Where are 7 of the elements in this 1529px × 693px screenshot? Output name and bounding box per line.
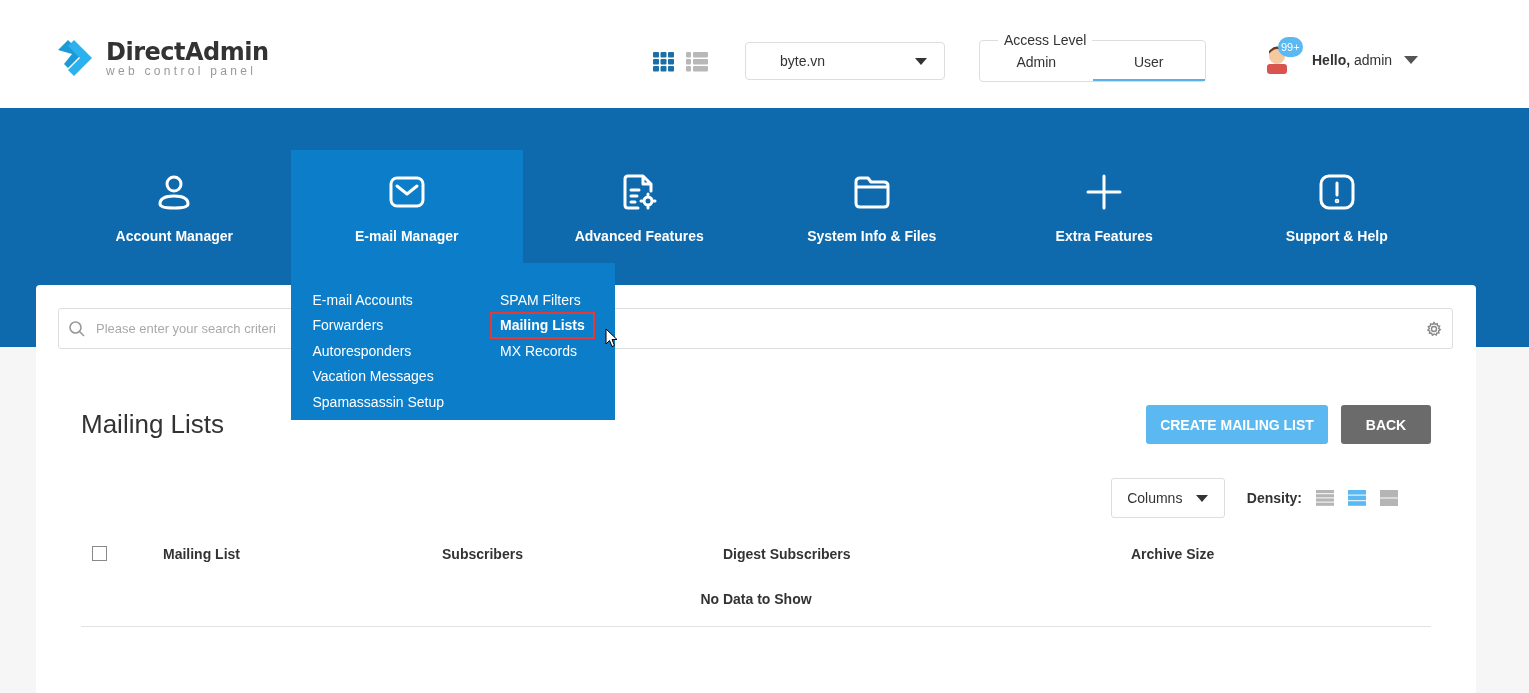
access-level-label: Access Level: [1003, 32, 1088, 48]
logo-name: DirectAdmin: [106, 38, 269, 65]
logo-tagline: web control panel: [106, 64, 258, 78]
empty-message: No Data to Show: [700, 590, 812, 607]
notification-badge: 99+: [1278, 37, 1303, 57]
density-label: Density:: [1246, 490, 1302, 506]
page-title: Mailing Lists: [81, 409, 225, 440]
